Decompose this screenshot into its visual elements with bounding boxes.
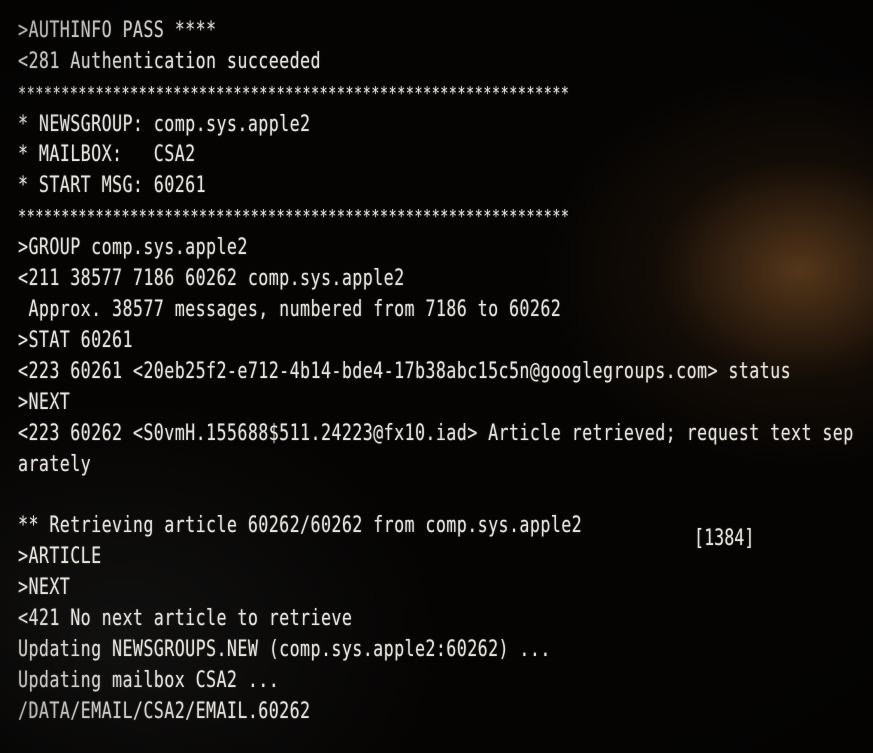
updating-mailbox: Updating mailbox CSA2 ...: [18, 668, 280, 693]
command-stat: >STAT 60261: [18, 328, 133, 353]
crt-screen: >AUTHINFO PASS **** <281 Authentication …: [0, 0, 873, 753]
updating-newsgroups: Updating NEWSGROUPS.NEW (comp.sys.apple2…: [18, 637, 551, 662]
response-next: <223 60262 <S0vmH.155688$511.24223@fx10.…: [18, 421, 854, 446]
command-next: >NEXT: [18, 390, 71, 415]
separator-top: ****************************************…: [18, 83, 570, 104]
response-no-next: <421 No next article to retrieve: [18, 606, 353, 631]
command-authinfo: >AUTHINFO PASS ****: [18, 18, 217, 43]
response-stat: <223 60261 <20eb25f2-e712-4b14-bde4-17b3…: [18, 359, 792, 384]
article-byte-count: [1384]: [694, 526, 755, 551]
group-summary: Approx. 38577 messages, numbered from 71…: [18, 297, 562, 322]
retrieving-message: ** Retrieving article 60262/60262 from c…: [18, 513, 583, 538]
info-newsgroup: * NEWSGROUP: comp.sys.apple2: [18, 112, 311, 137]
info-start-msg: * START MSG: 60261: [18, 173, 207, 198]
command-group: >GROUP comp.sys.apple2: [18, 235, 248, 260]
info-mailbox: * MAILBOX: CSA2: [18, 142, 196, 167]
response-group: <211 38577 7186 60262 comp.sys.apple2: [18, 266, 405, 291]
command-article: >ARTICLE: [18, 544, 102, 569]
response-auth: <281 Authentication succeeded: [18, 49, 321, 74]
command-next-2: >NEXT: [18, 575, 71, 600]
separator-bottom: ****************************************…: [18, 206, 570, 227]
email-file-path: /DATA/EMAIL/CSA2/EMAIL.60262: [18, 699, 311, 724]
response-next-wrap: arately: [18, 452, 92, 477]
